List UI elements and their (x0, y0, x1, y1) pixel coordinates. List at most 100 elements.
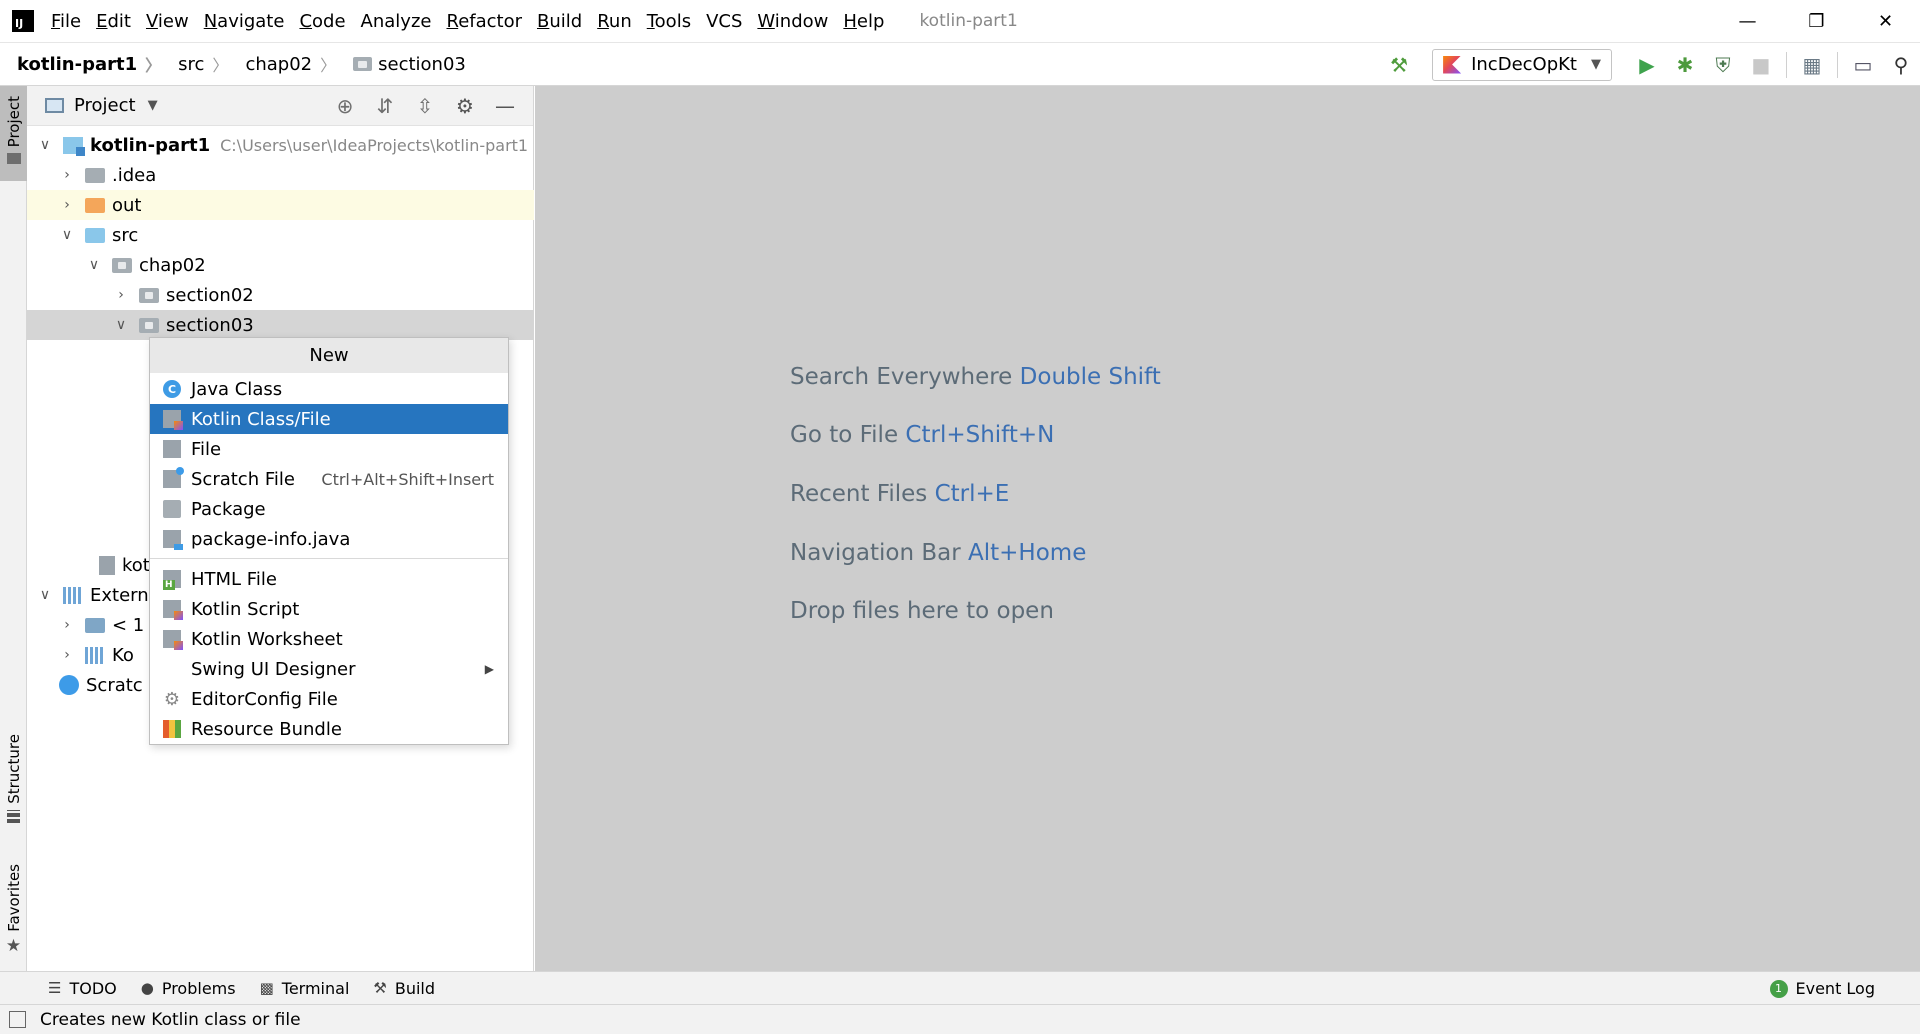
tree-item-section02[interactable]: › section02 (27, 280, 534, 310)
tool-tab-project[interactable]: Project (0, 86, 27, 181)
blank-icon (163, 660, 181, 678)
run-configuration-select[interactable]: IncDecOpKt ▼ (1432, 48, 1612, 81)
coverage-icon[interactable]: ⛨ (1704, 46, 1742, 84)
menu-item-kotlin-worksheet[interactable]: Kotlin Worksheet (150, 624, 508, 654)
menu-item-package[interactable]: Package (150, 494, 508, 524)
editorconfig-gear-icon: ⚙ (163, 688, 181, 710)
hint-search-everywhere: Search Everywhere Double Shift (790, 364, 1161, 390)
search-icon[interactable]: ⚲ (1882, 46, 1920, 84)
menu-analyze[interactable]: Analyze (361, 11, 432, 32)
breadcrumb-src[interactable]: src 〉 (161, 52, 228, 76)
tree-item-project-root[interactable]: ∨ kotlin-part1 C:\Users\user\IdeaProject… (27, 130, 534, 160)
chevron-right-icon[interactable]: › (59, 197, 75, 213)
project-view-selector[interactable]: Project (74, 95, 136, 116)
tree-item-out[interactable]: › out (27, 190, 534, 220)
tool-tab-problems[interactable]: ● Problems (141, 979, 236, 998)
build-hammer-icon: ⚒ (373, 979, 387, 997)
breadcrumb-section03[interactable]: section03 (336, 54, 466, 75)
editor-area[interactable]: Search Everywhere Double Shift Go to Fil… (535, 86, 1920, 971)
menu-item-html-file[interactable]: HTML File (150, 564, 508, 594)
project-structure-icon[interactable]: ▦ (1793, 46, 1831, 84)
resource-bundle-icon (163, 720, 181, 738)
scratches-icon (59, 675, 79, 695)
minimize-icon[interactable]: — (1713, 0, 1782, 43)
tree-item-chap02[interactable]: ∨ chap02 (27, 250, 534, 280)
expand-all-icon[interactable]: ⇵ (365, 86, 405, 126)
menu-item-scratch-file[interactable]: Scratch File Ctrl+Alt+Shift+Insert (150, 464, 508, 494)
folder-icon (85, 167, 105, 183)
menu-navigate[interactable]: Navigate (204, 11, 285, 32)
stop-icon[interactable]: ■ (1742, 46, 1780, 84)
tree-item-section03[interactable]: ∨ section03 (27, 310, 534, 340)
tool-tab-build[interactable]: ⚒ Build (373, 979, 435, 998)
navigation-bar: kotlin-part1 〉 src 〉 chap02 〉 section03 ⚒ I… (0, 43, 1920, 86)
tree-item-src[interactable]: ∨ src (27, 220, 534, 250)
debug-icon[interactable]: ✱ (1666, 46, 1704, 84)
event-count-badge: 1 (1769, 979, 1788, 998)
menu-file[interactable]: File (51, 11, 81, 32)
presentation-icon[interactable]: ▭ (1844, 46, 1882, 84)
menu-view[interactable]: View (146, 11, 189, 32)
chevron-right-icon[interactable]: › (59, 617, 75, 633)
menu-run[interactable]: Run (597, 11, 632, 32)
chevron-down-icon: ▼ (1591, 57, 1601, 72)
shortcut-label: Ctrl+Alt+Shift+Insert (321, 469, 494, 489)
module-icon (63, 136, 85, 156)
chevron-down-icon[interactable]: ∨ (113, 317, 129, 333)
breadcrumb-project[interactable]: kotlin-part1 〉 (0, 52, 161, 76)
chevron-right-icon: 〉 (320, 56, 337, 75)
source-folder-icon (85, 227, 105, 243)
tool-windows-toggle-icon[interactable] (9, 1011, 26, 1028)
chevron-right-icon[interactable]: › (113, 287, 129, 303)
tool-tab-favorites[interactable]: Favorites ★ (0, 864, 27, 964)
scratch-file-icon (163, 467, 184, 488)
chevron-right-icon[interactable]: › (59, 167, 75, 183)
run-icon[interactable]: ▶ (1628, 46, 1666, 84)
chevron-down-icon[interactable]: ∨ (86, 257, 102, 273)
build-hammer-icon[interactable]: ⚒ (1380, 46, 1418, 84)
menu-item-kotlin-class-file[interactable]: Kotlin Class/File (150, 404, 508, 434)
tool-tab-terminal[interactable]: ▩ Terminal (260, 979, 350, 998)
project-panel-header: Project ▼ ⊕ ⇵ ⇳ ⚙ — (27, 86, 533, 126)
menu-item-kotlin-script[interactable]: Kotlin Script (150, 594, 508, 624)
close-icon[interactable]: ✕ (1851, 0, 1920, 43)
file-icon (163, 440, 181, 458)
main-toolbar: ⚒ IncDecOpKt ▼ ▶ ✱ ⛨ ■ ▦ ▭ ⚲ (1380, 43, 1920, 86)
tool-tab-todo[interactable]: ☰ TODO (48, 979, 117, 998)
intellij-logo-icon[interactable]: IJ (9, 7, 37, 35)
menu-item-java-class[interactable]: C Java Class (150, 374, 508, 404)
locate-file-icon[interactable]: ⊕ (325, 86, 365, 126)
hint-drop-files: Drop files here to open (790, 598, 1054, 624)
library-icon (85, 646, 105, 664)
jdk-icon (85, 617, 105, 633)
menu-edit[interactable]: Edit (96, 11, 131, 32)
breadcrumb-chap02[interactable]: chap02 〉 (228, 52, 336, 76)
hide-panel-icon[interactable]: — (485, 86, 525, 126)
menu-item-editorconfig-file[interactable]: ⚙ EditorConfig File (150, 684, 508, 714)
event-log-button[interactable]: 1 Event Log (1769, 972, 1875, 1005)
menu-window[interactable]: Window (757, 11, 828, 32)
gear-icon[interactable]: ⚙ (445, 86, 485, 126)
chevron-down-icon[interactable]: ▼ (148, 98, 158, 113)
menu-vcs[interactable]: VCS (706, 11, 742, 32)
menu-build[interactable]: Build (537, 11, 582, 32)
menu-help[interactable]: Help (843, 11, 884, 32)
menu-tools[interactable]: Tools (647, 11, 691, 32)
chevron-down-icon[interactable]: ∨ (59, 227, 75, 243)
tree-item-idea[interactable]: › .idea (27, 160, 534, 190)
collapse-all-icon[interactable]: ⇳ (405, 86, 445, 126)
menu-item-resource-bundle[interactable]: Resource Bundle (150, 714, 508, 744)
menu-item-package-info[interactable]: package-info.java (150, 524, 508, 554)
chevron-right-icon[interactable]: › (59, 647, 75, 663)
structure-icon (7, 809, 20, 823)
menu-item-swing-ui-designer[interactable]: Swing UI Designer ▶ (150, 654, 508, 684)
chevron-down-icon[interactable]: ∨ (37, 137, 53, 153)
tool-tab-structure[interactable]: Structure (0, 734, 27, 829)
menu-code[interactable]: Code (299, 11, 345, 32)
menu-item-file[interactable]: File (150, 434, 508, 464)
menu-refactor[interactable]: Refactor (446, 11, 522, 32)
restore-icon[interactable]: ❐ (1782, 0, 1851, 43)
kotlin-file-icon (163, 410, 183, 430)
run-configuration-label: IncDecOpKt (1471, 54, 1577, 75)
chevron-down-icon[interactable]: ∨ (37, 587, 53, 603)
